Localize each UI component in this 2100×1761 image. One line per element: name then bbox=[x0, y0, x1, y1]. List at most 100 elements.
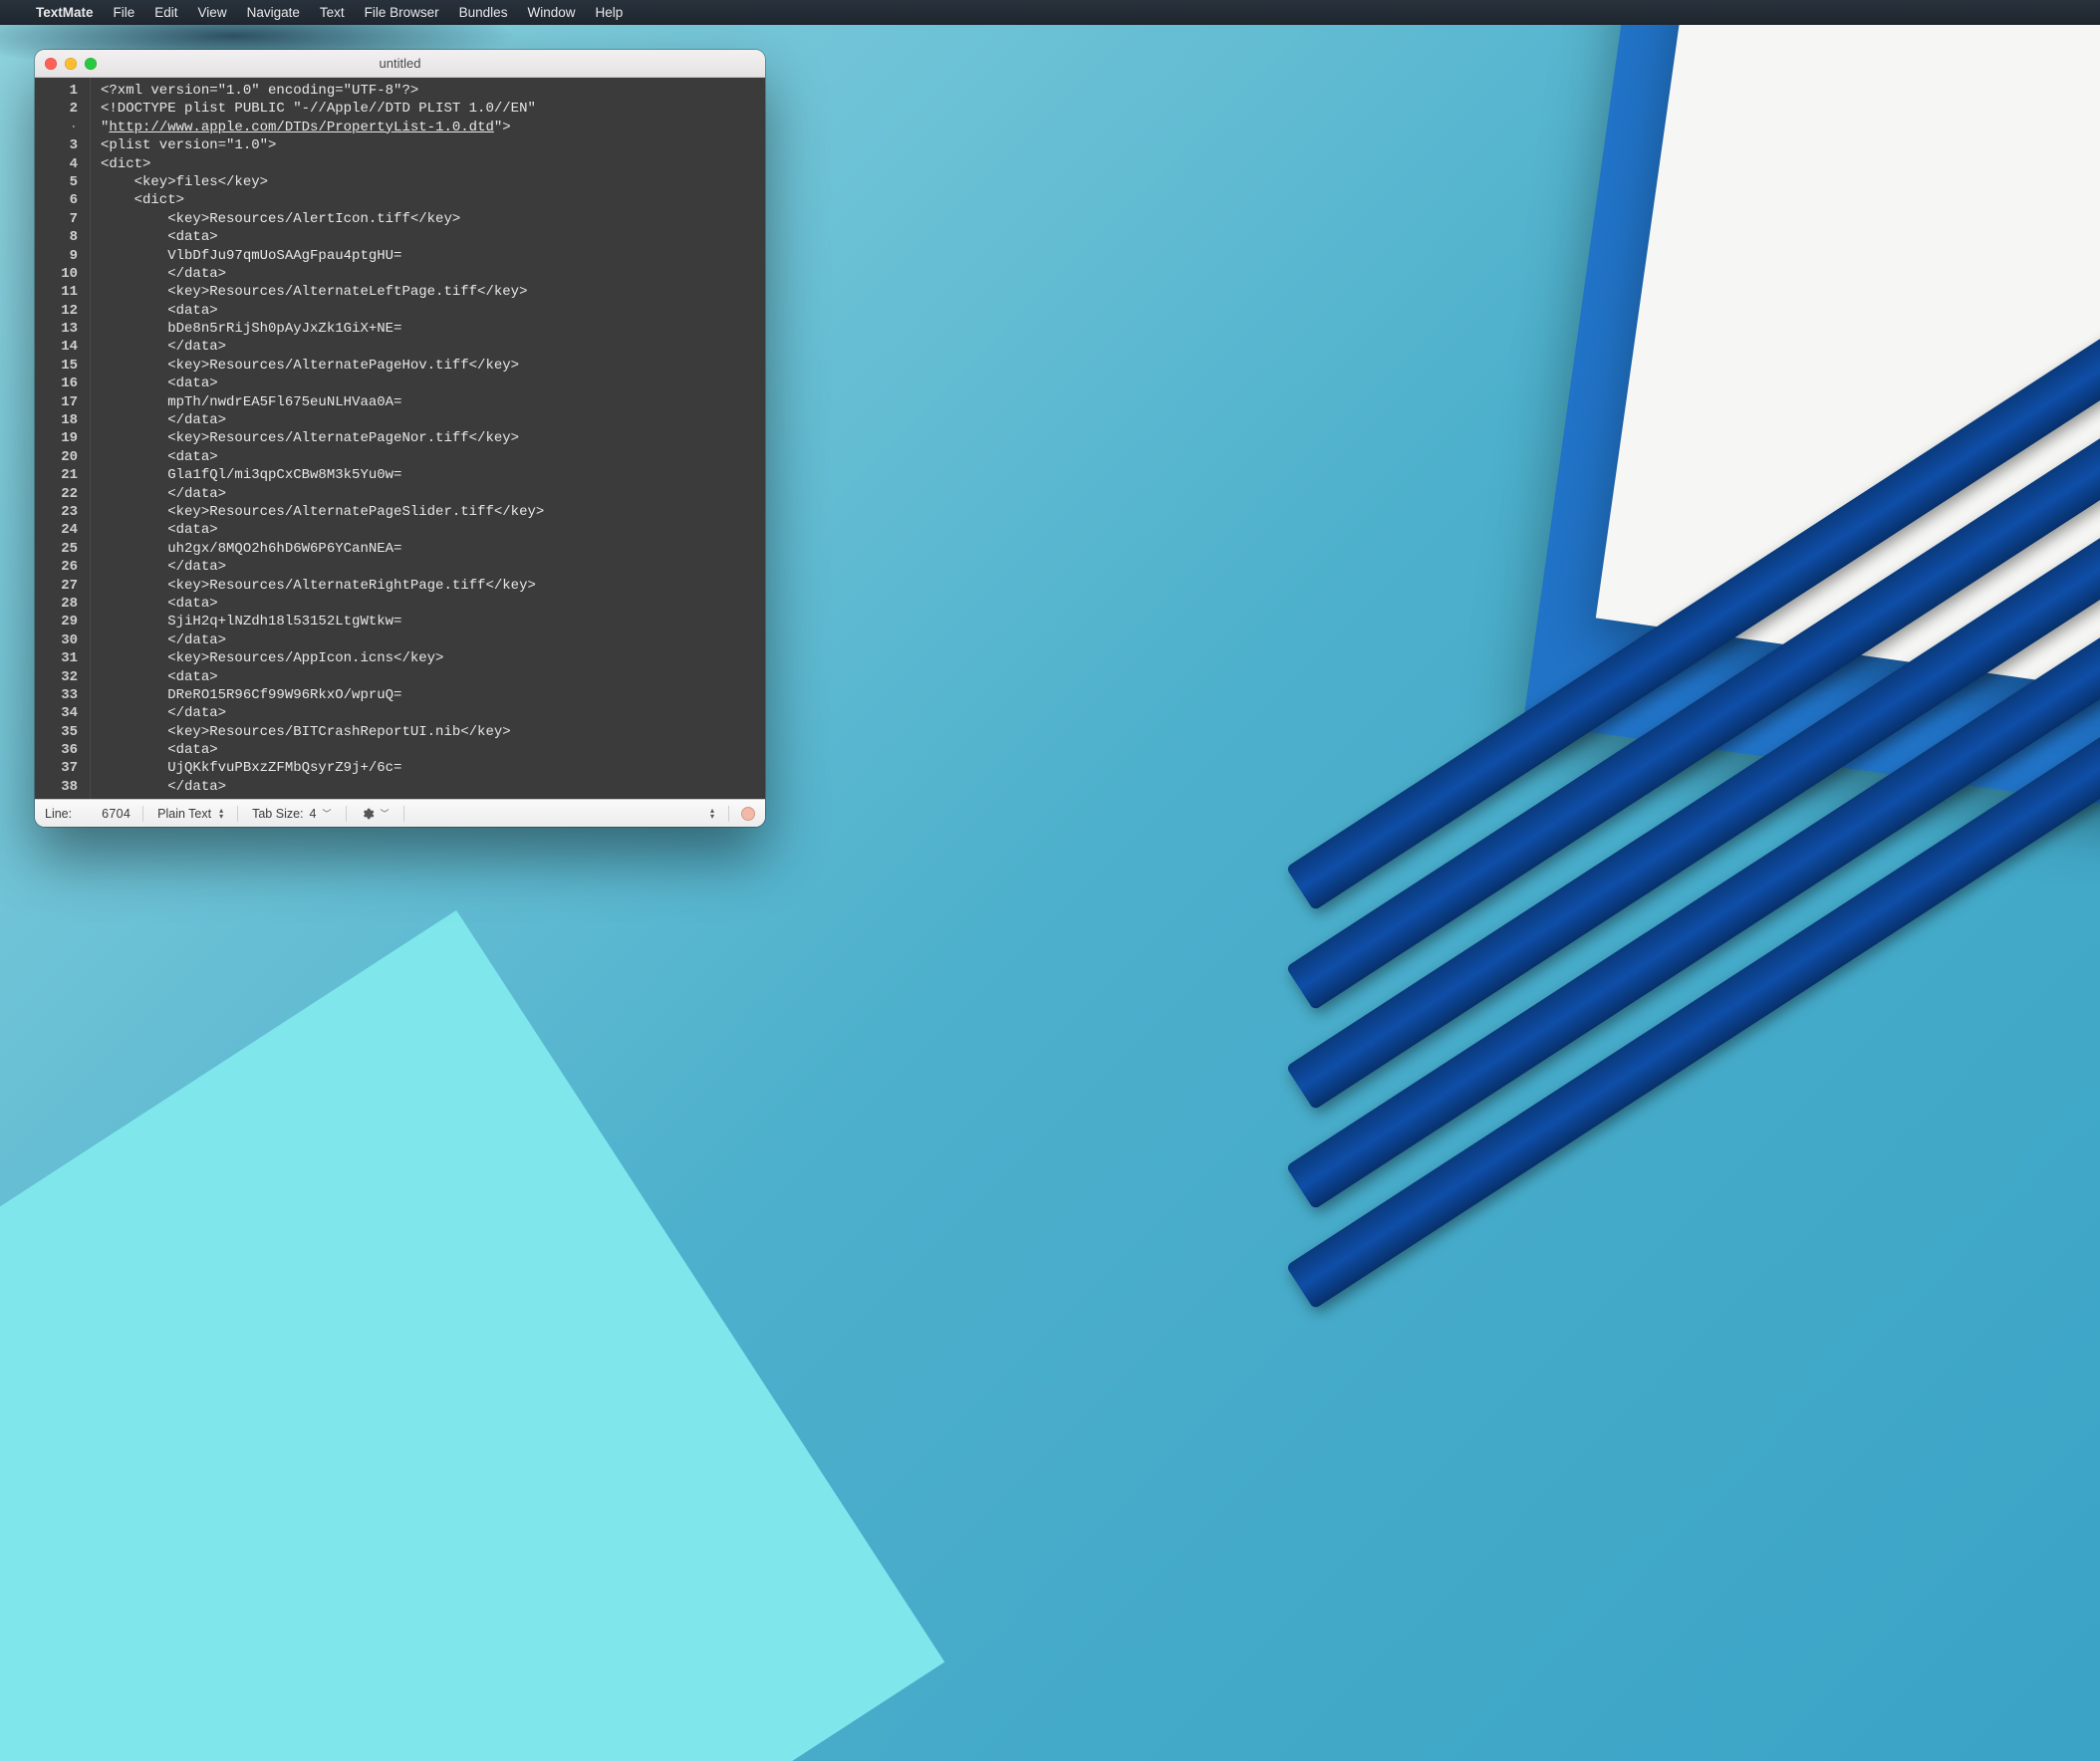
macro-record-button[interactable] bbox=[741, 807, 755, 821]
code-line: <?xml version="1.0" encoding="UTF-8"?> bbox=[101, 82, 755, 100]
line-number: 7 bbox=[35, 210, 82, 228]
app-name-menu[interactable]: TextMate bbox=[26, 0, 104, 25]
close-button[interactable] bbox=[45, 58, 57, 70]
tab-size-selector[interactable]: Tab Size: 4 ﹀ bbox=[250, 807, 333, 821]
code-line: <data> bbox=[101, 741, 755, 759]
code-line: VlbDfJu97qmUoSAAgFpau4ptgHU= bbox=[101, 247, 755, 265]
line-number: 31 bbox=[35, 649, 82, 667]
line-number: 2 bbox=[35, 100, 82, 118]
code-line: bDe8n5rRijSh0pAyJxZk1GiX+NE= bbox=[101, 320, 755, 338]
separator bbox=[237, 806, 238, 822]
line-number-gutter: 12·3456789101112131415161718192021222324… bbox=[35, 78, 91, 799]
code-line: SjiH2q+lNZdh18l53152LtgWtkw= bbox=[101, 613, 755, 630]
line-number: 22 bbox=[35, 485, 82, 503]
separator bbox=[728, 806, 729, 822]
menu-window[interactable]: Window bbox=[517, 0, 585, 25]
menu-text[interactable]: Text bbox=[310, 0, 355, 25]
code-text-area[interactable]: <?xml version="1.0" encoding="UTF-8"?><!… bbox=[91, 78, 765, 799]
editor-window: untitled 12·3456789101112131415161718192… bbox=[35, 50, 765, 827]
language-selector[interactable]: Plain Text ▴▾ bbox=[155, 807, 225, 821]
window-titlebar[interactable]: untitled bbox=[35, 50, 765, 78]
menu-help[interactable]: Help bbox=[585, 0, 633, 25]
line-number: 26 bbox=[35, 558, 82, 576]
line-number: 36 bbox=[35, 741, 82, 759]
menu-edit[interactable]: Edit bbox=[144, 0, 187, 25]
line-number: 29 bbox=[35, 613, 82, 630]
language-label: Plain Text bbox=[157, 807, 211, 821]
line-number: 6 bbox=[35, 191, 82, 209]
code-line: <!DOCTYPE plist PUBLIC "-//Apple//DTD PL… bbox=[101, 100, 755, 118]
line-number: 37 bbox=[35, 759, 82, 777]
window-title: untitled bbox=[380, 56, 421, 71]
line-number: 10 bbox=[35, 265, 82, 283]
code-line: <dict> bbox=[101, 191, 755, 209]
code-line: <data> bbox=[101, 228, 755, 246]
code-line: <key>files</key> bbox=[101, 173, 755, 191]
code-line: <data> bbox=[101, 448, 755, 466]
line-number: 20 bbox=[35, 448, 82, 466]
editor-area[interactable]: 12·3456789101112131415161718192021222324… bbox=[35, 78, 765, 799]
line-number: 19 bbox=[35, 429, 82, 447]
code-line: </data> bbox=[101, 778, 755, 796]
line-number: 8 bbox=[35, 228, 82, 246]
line-number: 11 bbox=[35, 283, 82, 301]
code-line: <key>Resources/BITCrashReportUI.nib</key… bbox=[101, 723, 755, 741]
separator bbox=[403, 806, 404, 822]
line-number: 27 bbox=[35, 577, 82, 595]
code-line: <key>Resources/AlternateLeftPage.tiff</k… bbox=[101, 283, 755, 301]
menu-file[interactable]: File bbox=[104, 0, 145, 25]
line-number: 12 bbox=[35, 302, 82, 320]
line-number: 5 bbox=[35, 173, 82, 191]
code-line: </data> bbox=[101, 558, 755, 576]
system-menubar: TextMate File Edit View Navigate Text Fi… bbox=[0, 0, 2100, 25]
menu-file-browser[interactable]: File Browser bbox=[355, 0, 449, 25]
symbol-selector[interactable]: ▴▾ bbox=[706, 808, 716, 820]
code-line: <key>Resources/AlertIcon.tiff</key> bbox=[101, 210, 755, 228]
line-number: 14 bbox=[35, 338, 82, 356]
zoom-button[interactable] bbox=[85, 58, 97, 70]
code-line: Gla1fQl/mi3qpCxCBw8M3k5Yu0w= bbox=[101, 466, 755, 484]
code-line: <dict> bbox=[101, 155, 755, 173]
code-line: <data> bbox=[101, 375, 755, 392]
line-number: 18 bbox=[35, 411, 82, 429]
stepper-icon: ▴▾ bbox=[710, 808, 714, 820]
tab-size-label: Tab Size: bbox=[252, 807, 303, 821]
line-number: 32 bbox=[35, 668, 82, 686]
stepper-icon: ▴▾ bbox=[219, 808, 223, 820]
code-line: uh2gx/8MQO2h6hD6W6P6YCanNEA= bbox=[101, 540, 755, 558]
code-line: </data> bbox=[101, 338, 755, 356]
code-line: </data> bbox=[101, 485, 755, 503]
status-bar: Line: 6704 Plain Text ▴▾ Tab Size: 4 ﹀ ﹀… bbox=[35, 799, 765, 827]
line-number: 24 bbox=[35, 521, 82, 539]
status-line-value[interactable]: 6704 bbox=[102, 807, 131, 821]
line-number: 17 bbox=[35, 393, 82, 411]
code-line: <data> bbox=[101, 595, 755, 613]
menu-bundles[interactable]: Bundles bbox=[449, 0, 518, 25]
bundle-items-menu[interactable]: ﹀ bbox=[359, 807, 392, 821]
dtd-url-link[interactable]: http://www.apple.com/DTDs/PropertyList-1… bbox=[109, 120, 493, 135]
line-number: 34 bbox=[35, 704, 82, 722]
code-line: </data> bbox=[101, 704, 755, 722]
line-number: 30 bbox=[35, 631, 82, 649]
minimize-button[interactable] bbox=[65, 58, 77, 70]
code-line: UjQKkfvuPBxzZFMbQsyrZ9j+/6c= bbox=[101, 759, 755, 777]
window-traffic-lights bbox=[45, 58, 97, 70]
menu-navigate[interactable]: Navigate bbox=[237, 0, 310, 25]
code-line: <data> bbox=[101, 668, 755, 686]
line-number: 33 bbox=[35, 686, 82, 704]
separator bbox=[142, 806, 143, 822]
code-line: </data> bbox=[101, 411, 755, 429]
tab-size-value: 4 bbox=[310, 807, 317, 821]
code-line: </data> bbox=[101, 265, 755, 283]
line-number: 25 bbox=[35, 540, 82, 558]
line-number: · bbox=[35, 119, 82, 136]
code-line: <key>Resources/AlternatePageNor.tiff</ke… bbox=[101, 429, 755, 447]
line-number: 15 bbox=[35, 357, 82, 375]
code-line: <key>Resources/AlternatePageHov.tiff</ke… bbox=[101, 357, 755, 375]
line-number: 13 bbox=[35, 320, 82, 338]
line-number: 1 bbox=[35, 82, 82, 100]
line-number: 38 bbox=[35, 778, 82, 796]
code-line: <key>Resources/AppIcon.icns</key> bbox=[101, 649, 755, 667]
menu-view[interactable]: View bbox=[188, 0, 237, 25]
code-line: <plist version="1.0"> bbox=[101, 136, 755, 154]
